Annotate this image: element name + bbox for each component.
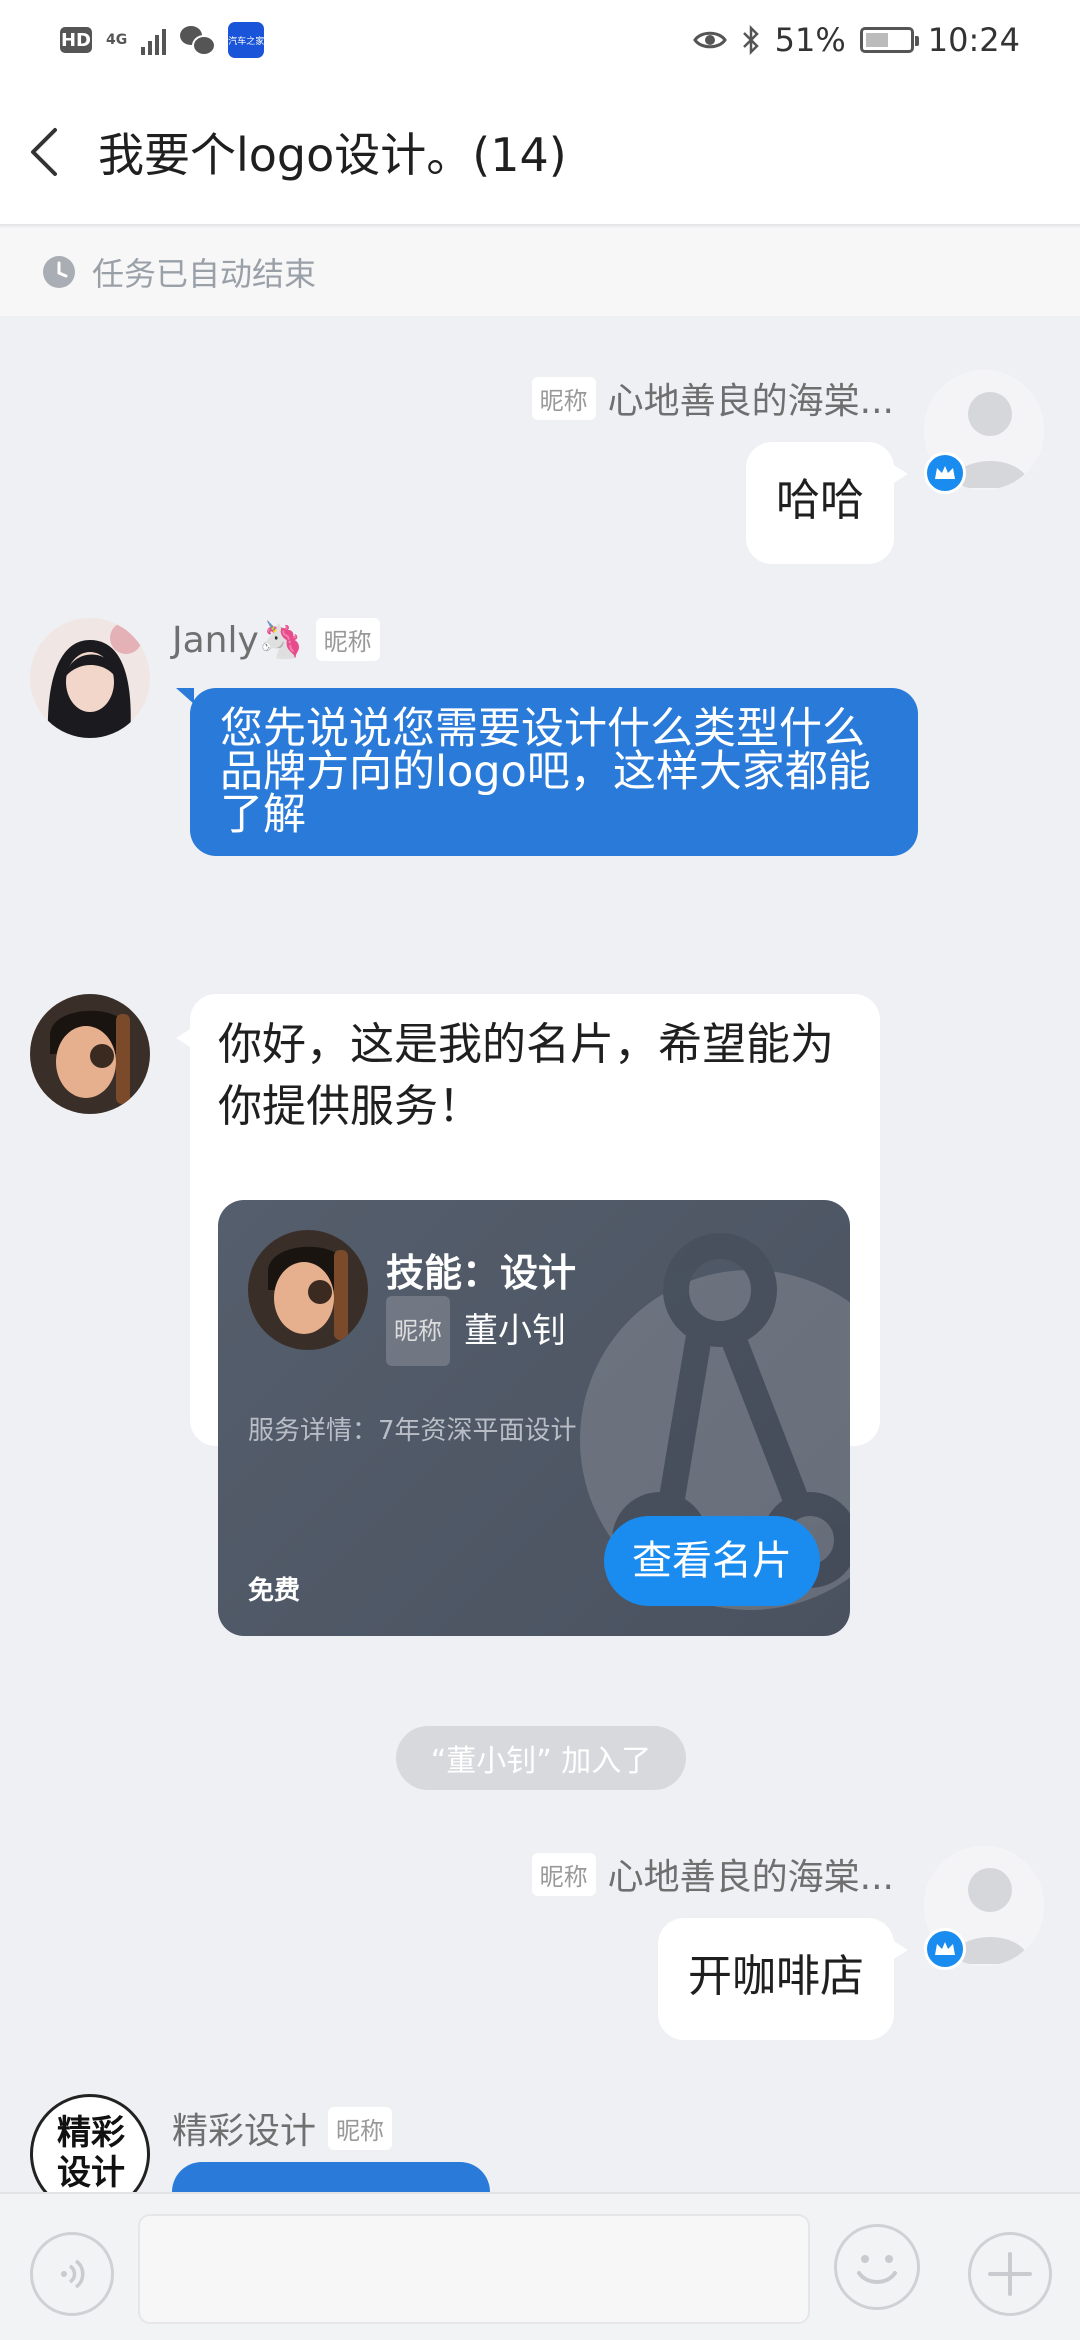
sender-info: 昵称 心地善良的海棠... — [531, 372, 894, 424]
crown-badge-icon — [924, 452, 966, 494]
input-bar — [0, 2192, 1080, 2340]
avatar[interactable] — [30, 994, 150, 1114]
view-card-button[interactable]: 查看名片 — [604, 1516, 820, 1606]
plus-icon — [988, 2252, 1032, 2296]
emoji-icon — [857, 2255, 897, 2284]
card-name: 董小钊 — [464, 1311, 566, 1351]
nickname-tag: 昵称 — [328, 2106, 393, 2150]
avatar-logo-text: 精彩设计 — [57, 2113, 125, 2192]
card-service-detail: 服务详情：7年资深平面设计 — [248, 1416, 577, 1446]
avatar[interactable]: 精彩设计 — [30, 2094, 150, 2192]
message-text: 哈哈 — [776, 475, 864, 526]
sender-name: 心地善良的海棠... — [607, 381, 894, 422]
battery-icon — [859, 27, 919, 53]
business-card[interactable]: 技能：设计 昵称 董小钊 服务详情：7年资深平面设计 免费 查看名片 — [218, 1200, 850, 1636]
message-text: 开咖啡店 — [688, 1951, 864, 2002]
card-avatar — [248, 1230, 368, 1350]
hd-icon: HD — [60, 27, 92, 53]
card-name-line: 昵称 董小钊 — [386, 1296, 566, 1366]
system-join-message: “董小钊” 加入了 — [396, 1726, 686, 1790]
user-photo-icon — [30, 994, 150, 1114]
emoji-button[interactable] — [834, 2224, 920, 2310]
chat-messages[interactable]: 昵称 心地善良的海棠... 哈哈 Janly🦄 昵称 您先说说您需要设计什么类型… — [0, 316, 1080, 2192]
sender-name: 心地善良的海棠... — [607, 1857, 894, 1898]
network-type: 4G — [106, 32, 128, 48]
page-title: 我要个logo设计。(14) — [98, 128, 567, 182]
nickname-tag: 昵称 — [531, 1852, 596, 1896]
chat-header: 我要个logo设计。(14) — [0, 80, 1080, 226]
user-photo-icon — [248, 1230, 368, 1350]
clock-time: 10:24 — [927, 21, 1020, 59]
message-bubble[interactable] — [172, 2162, 490, 2192]
crown-badge-icon — [924, 1928, 966, 1970]
app-notification-icon: 汽车之家 — [228, 22, 264, 58]
message-bubble[interactable]: 哈哈 — [746, 442, 908, 564]
message-text: 你好，这是我的名片，希望能为你提供服务！ — [218, 1019, 834, 1132]
status-right: 51% 10:24 — [692, 21, 1020, 59]
message-bubble[interactable]: 开咖啡店 — [658, 1918, 908, 2040]
card-price: 免费 — [248, 1576, 301, 1606]
user-photo-icon — [30, 618, 150, 738]
avatar[interactable] — [30, 618, 150, 738]
message-bubble[interactable]: 您先说说您需要设计什么类型什么品牌方向的logo吧，这样大家都能了解 — [176, 688, 918, 856]
nickname-tag: 昵称 — [531, 376, 596, 420]
signal-icon — [141, 25, 167, 55]
notice-text: 任务已自动结束 — [92, 255, 317, 293]
sender-name: Janly🦄 — [172, 619, 304, 661]
battery-percent: 51% — [774, 21, 846, 59]
voice-input-button[interactable] — [30, 2232, 114, 2316]
status-left: HD 4G 汽车之家 — [60, 22, 264, 58]
wechat-icon — [180, 26, 217, 56]
eye-icon — [692, 31, 727, 49]
card-skill: 技能：设计 — [386, 1251, 577, 1295]
sender-info: 精彩设计 昵称 — [172, 2102, 393, 2154]
business-card-message[interactable]: 你好，这是我的名片，希望能为你提供服务！ 技能：设计 昵称 董小钊 服务详情：7… — [176, 994, 880, 1636]
message-text: 您先说说您需要设计什么类型什么品牌方向的logo吧，这样大家都能了解 — [220, 704, 871, 840]
clock-icon — [43, 256, 75, 288]
task-ended-notice: 任务已自动结束 — [0, 228, 1080, 316]
message-input[interactable] — [138, 2214, 810, 2324]
status-bar: HD 4G 汽车之家 51% 10:24 — [0, 0, 1080, 80]
nickname-tag: 昵称 — [315, 618, 380, 661]
more-options-button[interactable] — [968, 2232, 1052, 2316]
back-icon[interactable] — [0, 79, 90, 225]
nickname-tag: 昵称 — [386, 1296, 450, 1366]
system-message-text: “董小钊” 加入了 — [430, 1744, 652, 1779]
sender-info: 昵称 心地善良的海棠... — [531, 1848, 894, 1900]
sender-name: 精彩设计 — [172, 2111, 317, 2152]
sender-info: Janly🦄 昵称 — [172, 618, 380, 661]
voice-icon — [61, 2259, 85, 2289]
bluetooth-icon — [742, 25, 759, 55]
